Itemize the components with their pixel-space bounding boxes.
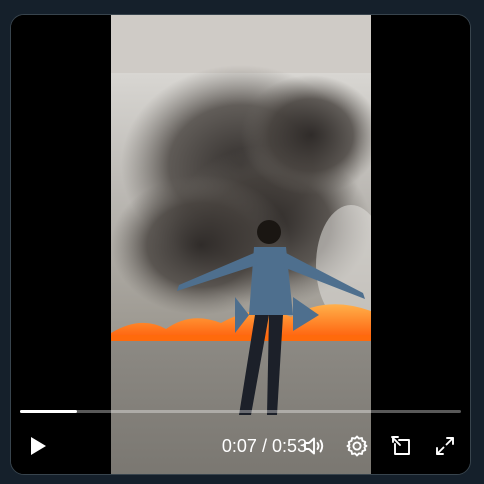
volume-icon [304, 437, 324, 455]
video-frame-image [111, 15, 371, 474]
settings-button[interactable] [342, 431, 372, 461]
volume-button[interactable] [299, 431, 329, 461]
fullscreen-button[interactable] [430, 431, 460, 461]
picture-in-picture-icon [391, 436, 410, 455]
fullscreen-icon [436, 437, 454, 455]
progress-track [20, 410, 461, 413]
player-controls: 0:07 / 0:53 [11, 423, 470, 473]
time-display: 0:07 / 0:53 [222, 435, 307, 457]
picture-in-picture-button[interactable] [386, 431, 416, 461]
play-button[interactable] [23, 431, 53, 461]
time-separator: / [256, 436, 272, 456]
gear-icon [346, 435, 368, 457]
current-time: 0:07 [221, 436, 257, 456]
play-icon [31, 437, 46, 455]
progress-fill [20, 410, 78, 413]
video-frame[interactable] [111, 15, 371, 474]
video-player[interactable]: 0:07 / 0:53 [10, 14, 471, 475]
progress-bar[interactable] [20, 410, 461, 413]
video-canvas[interactable] [11, 15, 470, 474]
